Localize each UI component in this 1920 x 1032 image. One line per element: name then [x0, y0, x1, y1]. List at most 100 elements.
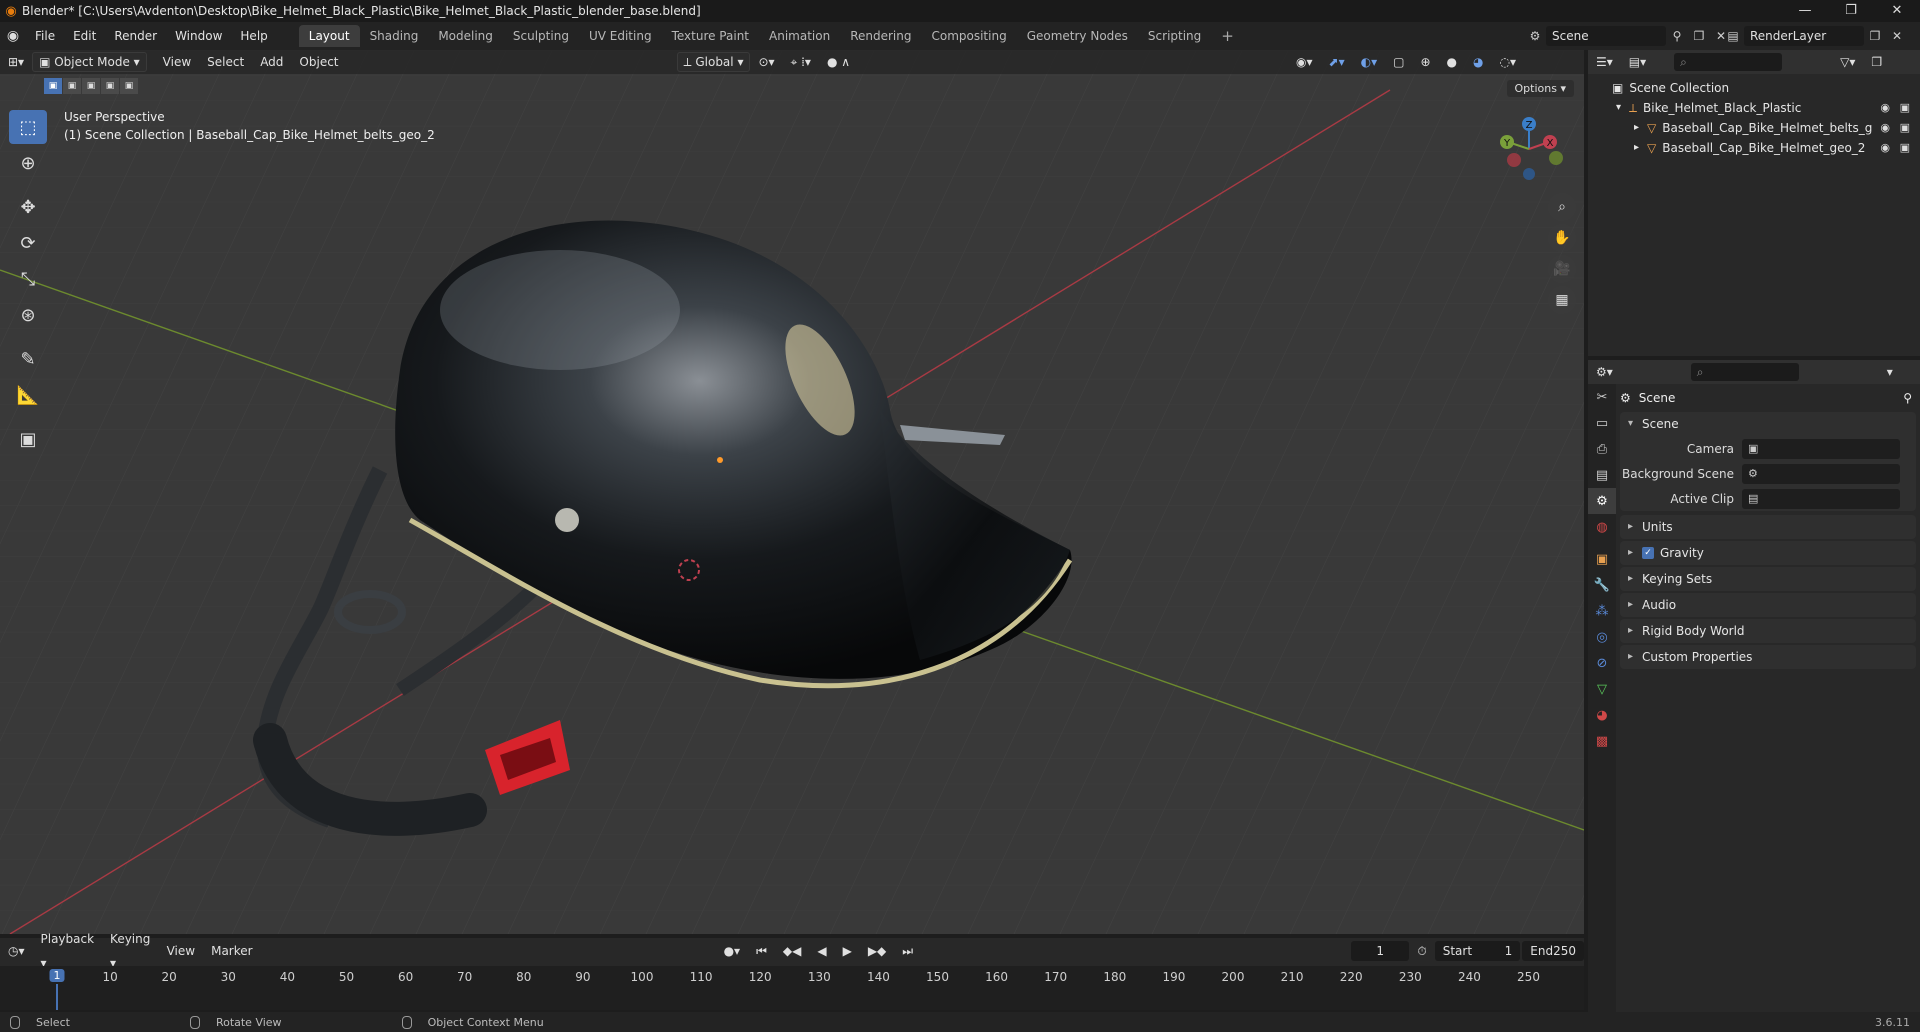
current-frame-field[interactable]: 1	[1351, 941, 1410, 961]
playhead-line[interactable]	[56, 984, 58, 1010]
tab-layout[interactable]: Layout	[298, 25, 360, 47]
close-button[interactable]: ✕	[1874, 0, 1920, 22]
annotate-tool-icon[interactable]: ✎	[9, 342, 47, 376]
menu-help[interactable]: Help	[231, 22, 276, 50]
renderlayer-name-field[interactable]: RenderLayer	[1744, 26, 1864, 46]
tab-animation[interactable]: Animation	[759, 25, 840, 47]
render-camera-icon[interactable]: ▣	[1900, 98, 1910, 118]
expand-chevron-icon[interactable]: ▾	[1616, 98, 1621, 118]
overlay-toggle-icon[interactable]: ◐▾	[1353, 50, 1386, 74]
select-new-icon[interactable]: ▣	[44, 78, 62, 94]
snap-icon[interactable]: ⌖ ⁞▾	[783, 50, 819, 74]
units-panel[interactable]: ▸ Units	[1620, 515, 1916, 539]
outliner-search-input[interactable]: ⌕	[1674, 53, 1783, 71]
constraints-tab-icon[interactable]: ⊘	[1588, 650, 1616, 676]
scene-panel-header[interactable]: ▾ Scene	[1620, 412, 1916, 436]
visibility-icon[interactable]: ◉▾	[1288, 50, 1321, 74]
menu-select[interactable]: Select	[199, 50, 252, 74]
menu-timeline-view[interactable]: View	[159, 939, 203, 963]
particles-tab-icon[interactable]: ⁂	[1588, 598, 1616, 624]
eye-icon[interactable]: ◉	[1880, 118, 1890, 138]
editor-type-icon[interactable]: ⊞▾	[0, 50, 32, 74]
material-tab-icon[interactable]: ◕	[1588, 702, 1616, 728]
3d-viewport[interactable]: ⊞▾ ▣ Object Mode ▾ View Select Add Objec…	[0, 50, 1584, 934]
properties-options-icon[interactable]: ▾	[1879, 360, 1901, 384]
transform-tool-icon[interactable]: ⊛	[9, 298, 47, 332]
pin-icon[interactable]: ⚲	[1666, 26, 1688, 46]
timeline-editor-icon[interactable]: ◷▾	[0, 939, 33, 963]
renderlayer-icon[interactable]: ▤	[1722, 26, 1744, 46]
mode-dropdown[interactable]: ▣ Object Mode ▾	[32, 52, 147, 72]
scene-name-field[interactable]: Scene	[1546, 26, 1666, 46]
outliner-item-belts[interactable]: ▸ ▽ Baseball_Cap_Bike_Helmet_belts_g ◉ ▣	[1588, 118, 1920, 138]
move-tool-icon[interactable]: ✥	[9, 190, 47, 224]
display-mode-icon[interactable]: ▤▾	[1621, 50, 1654, 74]
render-tab-icon[interactable]: ▭	[1588, 410, 1616, 436]
tool-tab-icon[interactable]: ✂	[1588, 384, 1616, 410]
delete-layer-icon[interactable]: ✕	[1886, 26, 1908, 46]
preview-range-icon[interactable]: ⏱	[1409, 939, 1434, 963]
gravity-checkbox[interactable]: ✓	[1642, 547, 1654, 559]
world-tab-icon[interactable]: ◍	[1588, 514, 1616, 540]
render-camera-icon[interactable]: ▣	[1900, 138, 1910, 158]
jump-end-icon[interactable]: ⏭	[894, 939, 921, 963]
tab-sculpting[interactable]: Sculpting	[503, 25, 579, 47]
rigid-body-world-panel[interactable]: ▸ Rigid Body World	[1620, 619, 1916, 643]
prev-keyframe-icon[interactable]: ◆◀	[775, 939, 809, 963]
expand-chevron-icon[interactable]: ▸	[1634, 118, 1639, 138]
camera-view-icon[interactable]: 🎥	[1548, 255, 1576, 283]
xray-icon[interactable]: ▢	[1385, 50, 1412, 74]
expand-chevron-icon[interactable]: ▸	[1634, 138, 1639, 158]
audio-panel[interactable]: ▸ Audio	[1620, 593, 1916, 617]
pin-icon[interactable]: ⚲	[1903, 391, 1912, 405]
scale-tool-icon[interactable]: ⤡	[9, 262, 47, 296]
select-subtract-icon[interactable]: ▣	[82, 78, 100, 94]
menu-file[interactable]: File	[26, 22, 64, 50]
shading-solid-icon[interactable]: ●	[1439, 50, 1465, 74]
cursor-tool-icon[interactable]: ⊕	[9, 146, 47, 180]
new-collection-icon[interactable]: ❐	[1863, 50, 1890, 74]
new-layer-icon[interactable]: ❐	[1864, 26, 1886, 46]
options-dropdown[interactable]: Options ▾	[1506, 80, 1574, 97]
tab-scripting[interactable]: Scripting	[1138, 25, 1211, 47]
outliner-item-geo[interactable]: ▸ ▽ Baseball_Cap_Bike_Helmet_geo_2 ◉ ▣	[1588, 138, 1920, 158]
outliner-item-bike-helmet[interactable]: ▾ ⟂ Bike_Helmet_Black_Plastic ◉ ▣	[1588, 98, 1920, 118]
menu-edit[interactable]: Edit	[64, 22, 105, 50]
end-frame-field[interactable]: End 250	[1522, 941, 1584, 961]
menu-add[interactable]: Add	[252, 50, 291, 74]
tab-uv-editing[interactable]: UV Editing	[579, 25, 662, 47]
navigation-gizmo[interactable]: Z X Y	[1494, 114, 1564, 184]
keying-sets-panel[interactable]: ▸ Keying Sets	[1620, 567, 1916, 591]
menu-view[interactable]: View	[155, 50, 199, 74]
start-frame-field[interactable]: Start 1	[1434, 941, 1521, 961]
custom-properties-panel[interactable]: ▸ Custom Properties	[1620, 645, 1916, 669]
next-keyframe-icon[interactable]: ▶◆	[860, 939, 894, 963]
tab-texture-paint[interactable]: Texture Paint	[662, 25, 759, 47]
active-clip-field[interactable]: ▤	[1742, 488, 1900, 509]
shading-wireframe-icon[interactable]: ⊕	[1412, 50, 1438, 74]
object-tab-icon[interactable]: ▣	[1588, 546, 1616, 572]
outliner-editor-icon[interactable]: ☰▾	[1588, 50, 1621, 74]
select-intersect-icon[interactable]: ▣	[120, 78, 138, 94]
play-reverse-icon[interactable]: ◀	[809, 939, 834, 963]
menu-object[interactable]: Object	[291, 50, 346, 74]
data-tab-icon[interactable]: ▽	[1588, 676, 1616, 702]
pan-hand-icon[interactable]: ✋	[1548, 224, 1576, 252]
shading-rendered-icon[interactable]: ◌▾	[1492, 50, 1525, 74]
scene-tab-icon[interactable]: ⚙	[1588, 488, 1616, 514]
jump-start-icon[interactable]: ⏮	[748, 939, 775, 963]
rotate-tool-icon[interactable]: ⟳	[9, 226, 47, 260]
menu-render[interactable]: Render	[105, 22, 166, 50]
play-icon[interactable]: ▶	[835, 939, 860, 963]
properties-search-input[interactable]: ⌕	[1690, 363, 1799, 381]
ortho-grid-icon[interactable]: ▦	[1548, 286, 1576, 314]
minimize-button[interactable]: —	[1782, 0, 1828, 22]
playhead-frame-label[interactable]: 1	[49, 969, 65, 982]
select-extend-icon[interactable]: ▣	[63, 78, 81, 94]
restore-button[interactable]: ❐	[1828, 0, 1874, 22]
tab-rendering[interactable]: Rendering	[840, 25, 921, 47]
camera-field[interactable]: ▣	[1742, 438, 1900, 459]
blender-menu-icon[interactable]: ◉	[0, 28, 26, 44]
add-workspace-icon[interactable]: +	[1211, 25, 1244, 47]
output-tab-icon[interactable]: ⎙	[1588, 436, 1616, 462]
